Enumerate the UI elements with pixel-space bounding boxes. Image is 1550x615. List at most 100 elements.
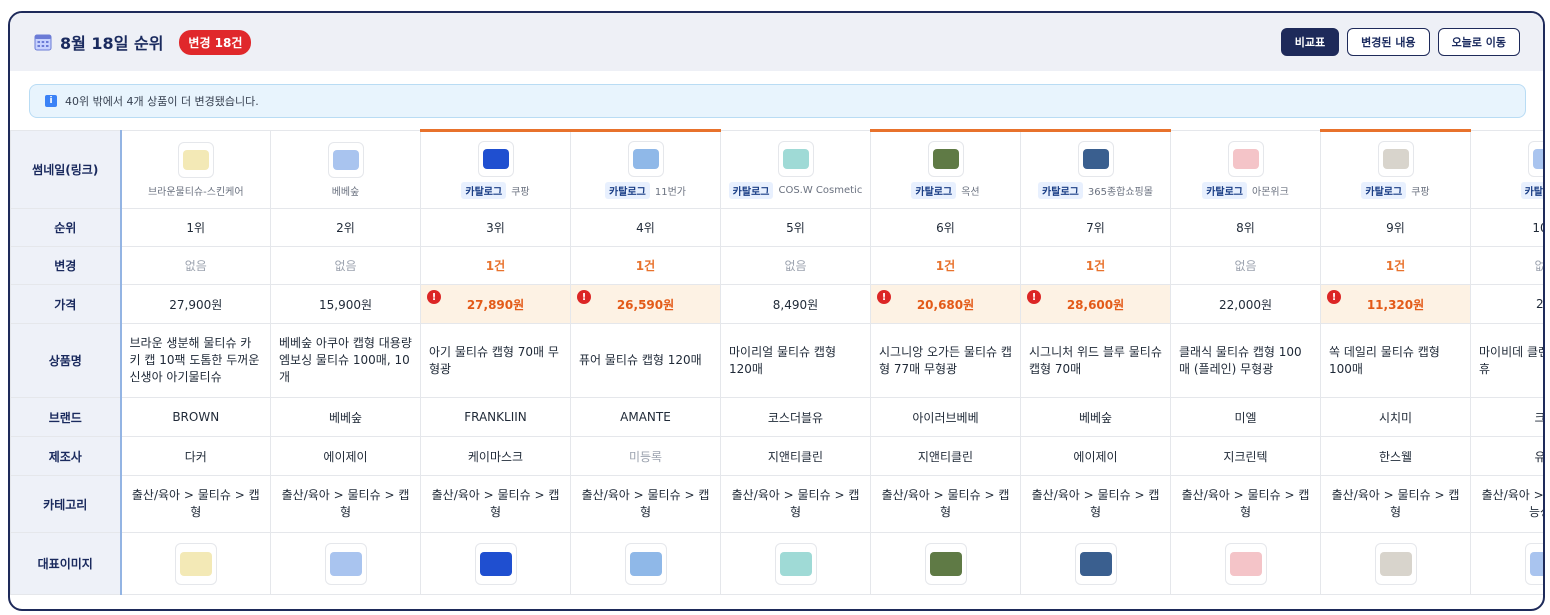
representative-image-graphic [329, 551, 362, 576]
representative-image-cell [270, 532, 421, 595]
product-thumbnail[interactable] [177, 141, 214, 178]
representative-image[interactable] [1374, 542, 1417, 585]
change-cell: 없음 [720, 246, 871, 285]
catalog-tag: 카탈로그 [728, 181, 774, 199]
thumbnail-link[interactable]: 카탈로그 아몬위크 [1179, 140, 1312, 199]
maker-cell: 에이제이 [270, 436, 421, 476]
representative-image[interactable] [174, 542, 217, 585]
thumbnail-meta: 카탈로그 쿠팡 [1361, 182, 1430, 199]
seller-name: 아몬위크 [1252, 186, 1289, 198]
brand-cell: 크리 [1470, 397, 1543, 437]
category-cell: 출산/육아 > 물티슈 > 캡형 [720, 475, 871, 533]
comparison-table-scroll[interactable]: 썸네일(링크) 브라운물티슈-스킨케어 베베숲 카탈로그 쿠팡 카탈로그 11번가 카탈로그 C… [10, 129, 1544, 609]
change-cell: 1건 [420, 246, 571, 285]
brand-cell: 베베숲 [270, 397, 421, 437]
info-notice: i 40위 밖에서 4개 상품이 더 변경됐습니다. [29, 84, 1526, 118]
comparison-table: 썸네일(링크) 브라운물티슈-스킨케어 베베숲 카탈로그 쿠팡 카탈로그 11번가 카탈로그 C… [10, 129, 1544, 595]
thumbnail-meta: 브라운물티슈-스킨케어 [148, 183, 244, 198]
thumbnail-link[interactable]: 카탈로그 [1479, 140, 1543, 199]
category-cell: 출산/육아 > 물티슈 > 캡형 [1020, 475, 1171, 533]
changed-content-button[interactable]: 변경된 내용 [1347, 28, 1430, 56]
change-cell: 없음 [270, 246, 421, 285]
catalog-tag: 카탈로그 [1038, 182, 1083, 199]
thumbnail-meta: 카탈로그 COS.W Cosmetic [728, 181, 862, 199]
product-thumbnail-image [182, 149, 209, 170]
thumbnail-link[interactable]: 카탈로그 COS.W Cosmetic [728, 140, 862, 199]
representative-image-cell [1470, 532, 1543, 595]
representative-image[interactable] [924, 542, 967, 585]
thumbnail-link[interactable]: 베베숲 [279, 141, 412, 198]
price-cell: 22,000원 [1170, 284, 1321, 324]
thumbnail-cell: 카탈로그 COS.W Cosmetic [720, 130, 871, 209]
product-thumbnail[interactable] [1077, 141, 1114, 177]
price-value: 28,600원 [1066, 297, 1125, 312]
product-thumbnail[interactable] [627, 141, 664, 177]
thumbnail-link[interactable]: 카탈로그 옥션 [879, 141, 1012, 199]
price-cell: ! 27,890원 [420, 284, 571, 324]
product-thumbnail[interactable] [327, 141, 364, 178]
representative-image-graphic [179, 551, 212, 576]
category-cell: 출산/육아 > 물티슈 > 캡형 [1170, 475, 1321, 533]
thumbnail-link[interactable]: 카탈로그 365종합쇼핑몰 [1029, 141, 1162, 199]
representative-image[interactable] [324, 542, 367, 585]
thumbnail-cell: 카탈로그 365종합쇼핑몰 [1020, 129, 1171, 209]
representative-image-graphic [1079, 551, 1112, 576]
rank-cell: 7위 [1020, 208, 1171, 247]
representative-image[interactable] [474, 542, 517, 585]
price-cell: 15,900원 [270, 284, 421, 324]
representative-image-cell [870, 532, 1021, 595]
maker-cell: 유한 [1470, 436, 1543, 476]
representative-image[interactable] [1074, 542, 1117, 585]
row-header-name: 상품명 [10, 323, 122, 398]
compare-table-button[interactable]: 비교표 [1280, 28, 1340, 56]
price-cell: ! 28,600원 [1020, 284, 1171, 324]
representative-image[interactable] [624, 542, 667, 585]
price-value: 15,900원 [318, 297, 373, 312]
product-thumbnail-image [932, 149, 959, 169]
brand-cell: 아이러브베베 [870, 397, 1021, 437]
row-header-image: 대표이미지 [10, 532, 122, 595]
representative-image[interactable] [1224, 542, 1267, 585]
representative-image[interactable] [1524, 542, 1543, 585]
product-name-cell: 쏙 데일리 물티슈 캡형 100매 [1320, 323, 1471, 398]
go-to-today-button[interactable]: 오늘로 이동 [1437, 28, 1520, 56]
product-thumbnail-image [332, 149, 359, 170]
product-name-cell: 시그니처 위드 블루 물티슈 캡형 70매 [1020, 323, 1171, 398]
seller-name: 쿠팡 [511, 187, 530, 198]
product-thumbnail[interactable] [1227, 140, 1264, 177]
category-cell: 출산/육아 > 물티슈 > 기능성물 [1470, 475, 1543, 533]
price-cell: 2,3 [1470, 284, 1544, 324]
product-thumbnail-image [482, 149, 509, 169]
representative-image[interactable] [774, 542, 817, 585]
thumbnail-link[interactable]: 카탈로그 11번가 [579, 141, 712, 199]
rank-cell: 9위 [1320, 208, 1471, 247]
category-cell: 출산/육아 > 물티슈 > 캡형 [270, 475, 421, 533]
product-thumbnail[interactable] [477, 141, 514, 177]
category-cell: 출산/육아 > 물티슈 > 캡형 [1320, 475, 1471, 533]
row-header-change: 변경 [10, 246, 122, 285]
table-row-maker: 제조사다커에이제이케이마스크미등록지앤티클린지앤티클린에이제이지크린텍한스웰유한 [10, 436, 1543, 476]
brand-cell: 베베숲 [1020, 397, 1171, 437]
thumbnail-link[interactable]: 카탈로그 쿠팡 [1329, 141, 1462, 199]
row-header-thumbnail: 썸네일(링크) [10, 130, 122, 209]
product-thumbnail[interactable] [777, 140, 814, 177]
table-row-name: 상품명 브라운 생분해 물티슈 카키 캡 10팩 도톰한 두꺼운 신생아 아기물티… [10, 323, 1543, 398]
change-cell: 1건 [1320, 246, 1471, 285]
product-thumbnail[interactable] [1527, 140, 1543, 177]
product-thumbnail-image [632, 149, 659, 169]
price-value: 2,3 [1535, 297, 1544, 311]
table-row-image: 대표이미지 [10, 532, 1543, 595]
rank-cell: 3위 [420, 208, 571, 247]
category-cell: 출산/육아 > 물티슈 > 캡형 [870, 475, 1021, 533]
representative-image-graphic [479, 551, 512, 576]
catalog-tag: 카탈로그 [911, 182, 957, 199]
catalog-tag: 카탈로그 [1202, 181, 1247, 199]
thumbnail-link[interactable]: 카탈로그 쿠팡 [429, 141, 562, 199]
seller-name: 11번가 [654, 187, 686, 198]
product-thumbnail[interactable] [927, 141, 964, 177]
table-row-thumbnail: 썸네일(링크) 브라운물티슈-스킨케어 베베숲 카탈로그 쿠팡 카탈로그 11번가 카탈로그 C… [10, 129, 1543, 209]
panel-header: 8월 18일 순위 변경 18건 비교표 변경된 내용 오늘로 이동 [10, 13, 1543, 71]
product-thumbnail[interactable] [1377, 141, 1414, 177]
thumbnail-link[interactable]: 브라운물티슈-스킨케어 [130, 141, 263, 198]
price-value: 8,490원 [772, 297, 819, 312]
